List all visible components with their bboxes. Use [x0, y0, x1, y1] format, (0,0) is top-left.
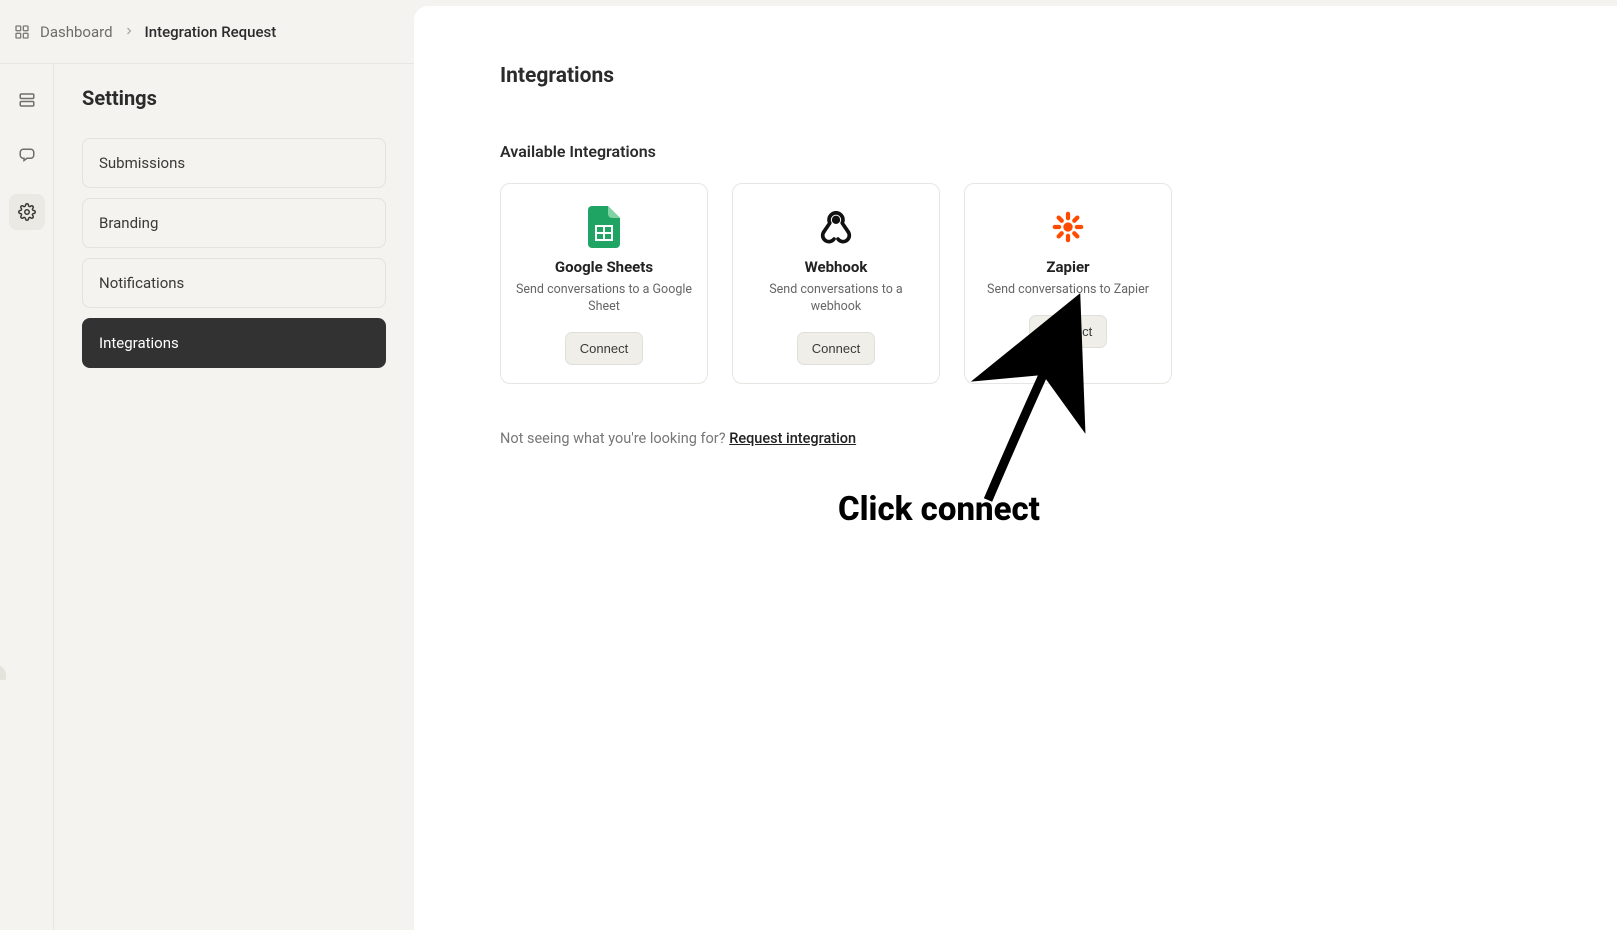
request-prompt: Not seeing what you're looking for?: [500, 430, 729, 447]
connect-button-webhook[interactable]: Connect: [797, 332, 875, 365]
chat-icon[interactable]: [9, 138, 45, 174]
main-panel: Integrations Available Integrations Goog…: [414, 6, 1617, 930]
settings-item-integrations[interactable]: Integrations: [82, 318, 386, 368]
settings-item-branding[interactable]: Branding: [82, 198, 386, 248]
request-integration-line: Not seeing what you're looking for? Requ…: [500, 430, 1531, 447]
gear-icon[interactable]: [9, 194, 45, 230]
settings-item-notifications[interactable]: Notifications: [82, 258, 386, 308]
settings-sidebar: Settings Submissions Branding Notificati…: [54, 64, 414, 930]
grid-icon: [14, 24, 30, 40]
card-title: Google Sheets: [555, 258, 653, 276]
card-webhook: Webhook Send conversations to a webhook …: [732, 183, 940, 384]
connect-button-google-sheets[interactable]: Connect: [565, 332, 643, 365]
chevron-right-icon: [123, 23, 135, 41]
integration-cards: Google Sheets Send conversations to a Go…: [500, 183, 1531, 384]
settings-title: Settings: [82, 86, 386, 110]
settings-item-submissions[interactable]: Submissions: [82, 138, 386, 188]
card-google-sheets: Google Sheets Send conversations to a Go…: [500, 183, 708, 384]
section-title: Available Integrations: [500, 142, 1531, 161]
webhook-icon: [816, 202, 856, 252]
panels-icon[interactable]: [9, 82, 45, 118]
card-desc: Send conversations to a webhook: [747, 282, 925, 316]
connect-button-zapier[interactable]: Connect: [1029, 315, 1107, 348]
page-title: Integrations: [500, 64, 1531, 88]
card-desc: Send conversations to a Google Sheet: [515, 282, 693, 316]
icon-rail: [0, 64, 54, 930]
request-integration-link[interactable]: Request integration: [729, 430, 856, 447]
card-zapier: Zapier Send conversations to Zapier Conn…: [964, 183, 1172, 384]
breadcrumb-current: Integration Request: [145, 23, 277, 41]
zapier-icon: [1051, 202, 1085, 252]
card-title: Webhook: [805, 258, 868, 276]
google-sheets-icon: [588, 202, 620, 252]
card-desc: Send conversations to Zapier: [987, 282, 1149, 299]
breadcrumb-root[interactable]: Dashboard: [40, 23, 113, 41]
card-title: Zapier: [1046, 258, 1089, 276]
